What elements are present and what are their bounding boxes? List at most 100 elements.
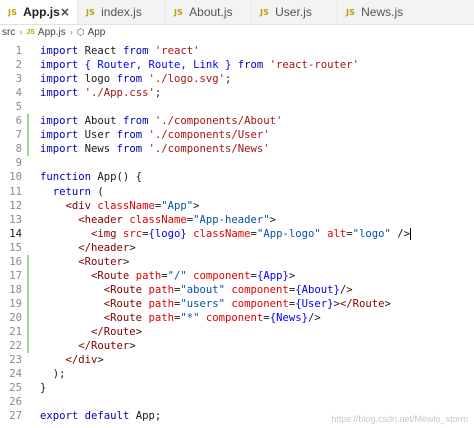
tab-label: App.js [23, 5, 60, 19]
code-text: import News from './components/News' [40, 143, 270, 156]
code-text: import About from './components/About' [40, 115, 283, 128]
line-number: 24 [9, 368, 22, 381]
code-line[interactable]: 8 import News from './components/News' [0, 142, 474, 157]
git-change-marker[interactable] [27, 310, 29, 325]
line-number: 27 [9, 410, 22, 423]
line-number: 3 [15, 73, 22, 86]
git-change-marker[interactable] [27, 142, 29, 157]
code-text: </header> [78, 241, 136, 254]
git-change-marker[interactable] [27, 128, 29, 143]
tab-user-js[interactable]: JS User.js [252, 0, 338, 24]
code-line[interactable]: 26 [0, 395, 474, 409]
code-line[interactable]: 21 </Route> [0, 325, 474, 339]
watermark: https://blog.csdn.net/Mewlo_storm [331, 414, 468, 424]
line-number: 6 [15, 115, 22, 128]
code-line[interactable]: 5 [0, 100, 474, 114]
line-number: 19 [9, 297, 22, 310]
code-text: import React from 'react' [40, 45, 200, 57]
js-file-icon: JS [260, 7, 270, 17]
code-line[interactable]: 6 import About from './components/About' [0, 114, 474, 129]
code-line[interactable]: 20 <Route path="*" component={News}/> [0, 310, 474, 325]
line-number: 18 [9, 283, 22, 296]
git-change-marker[interactable] [27, 254, 29, 269]
code-text: <Route path="/" component={App}> [91, 269, 296, 282]
line-number: 22 [9, 340, 22, 353]
line-number: 1 [15, 45, 22, 57]
chevron-right-icon: › [69, 27, 73, 37]
editor-tab-bar: JS App.js × JS index.js JS About.js JS U… [0, 0, 474, 25]
git-change-marker[interactable] [27, 114, 29, 129]
code-line[interactable]: 15 </header> [0, 241, 474, 255]
js-file-icon: JS [174, 7, 184, 17]
git-change-marker[interactable] [27, 339, 29, 354]
code-line[interactable]: 13 <header className="App-header"> [0, 213, 474, 227]
code-line[interactable]: 14 <img src={logo} className="App-logo" … [0, 227, 474, 241]
code-line[interactable]: 12 <div className="App"> [0, 199, 474, 213]
tab-label: About.js [189, 5, 233, 19]
code-text: <Route path="users" component={User}></R… [103, 297, 391, 310]
code-line[interactable]: 7 import User from './components/User' [0, 128, 474, 143]
code-line[interactable]: 3 import logo from './logo.svg'; [0, 72, 474, 86]
code-text: function App() { [40, 171, 143, 184]
line-number: 14 [9, 227, 22, 240]
code-line[interactable]: 11 return ( [0, 185, 474, 199]
code-line[interactable]: 23 </div> [0, 353, 474, 367]
js-file-icon: JS [26, 28, 35, 36]
code-line[interactable]: 2 import { Router, Route, Link } from 're… [0, 58, 474, 72]
breadcrumb-folder[interactable]: src [2, 27, 15, 38]
code-line[interactable]: 10 function App() { [0, 170, 474, 184]
line-number: 25 [9, 382, 22, 395]
line-number: 8 [15, 143, 22, 156]
code-editor[interactable]: 1 import React from 'react' 2 import { Rout… [0, 40, 474, 428]
git-change-marker[interactable] [27, 282, 29, 297]
code-line[interactable]: 19 <Route path="users" component={User}>… [0, 296, 474, 311]
code-line[interactable]: 1 import React from 'react' [0, 44, 474, 58]
git-change-marker[interactable] [27, 325, 29, 339]
line-number: 17 [9, 269, 22, 282]
tab-label: User.js [275, 5, 312, 19]
line-number: 15 [9, 241, 22, 254]
code-text: return ( [52, 185, 104, 198]
chevron-right-icon: › [19, 27, 23, 37]
code-line[interactable]: 22 </Router> [0, 339, 474, 354]
code-text: <Route path="*" component={News}/> [103, 311, 321, 324]
breadcrumb-file[interactable]: App.js [38, 27, 66, 38]
git-change-marker[interactable] [27, 296, 29, 311]
tab-news-js[interactable]: JS News.js [338, 0, 474, 24]
js-file-icon: JS [86, 7, 96, 17]
line-number: 2 [15, 59, 22, 72]
code-line[interactable]: 4 import './App.css'; [0, 86, 474, 100]
line-number: 23 [9, 354, 22, 367]
tab-label: index.js [101, 5, 142, 19]
code-line[interactable]: 25} [0, 381, 474, 395]
line-number: 10 [9, 171, 22, 184]
code-line[interactable]: 16 <Router> [0, 254, 474, 269]
code-text: import logo from './logo.svg'; [40, 73, 232, 86]
code-line[interactable]: 18 <Route path="about" component={About}… [0, 282, 474, 297]
js-file-icon: JS [8, 7, 18, 17]
code-text: export default App; [40, 410, 162, 423]
breadcrumb: src › JS App.js › ⬡ App [0, 25, 474, 39]
tab-app-js[interactable]: JS App.js × [0, 0, 78, 24]
text-cursor [410, 227, 412, 240]
breadcrumb-symbol[interactable]: App [88, 27, 106, 38]
line-number: 4 [15, 87, 22, 100]
code-line[interactable]: 24 ); [0, 367, 474, 381]
code-text: <Route path="about" component={About}/> [103, 283, 353, 296]
tab-about-js[interactable]: JS About.js [166, 0, 252, 24]
code-line[interactable]: 17 <Route path="/" component={App}> [0, 268, 474, 283]
git-change-marker[interactable] [27, 268, 29, 283]
tab-index-js[interactable]: JS index.js [78, 0, 166, 24]
code-text: import { Router, Route, Link } from 'rea… [40, 59, 359, 72]
code-text: <header className="App-header"> [78, 213, 277, 226]
line-number: 16 [9, 255, 22, 268]
code-text: <div className="App"> [65, 199, 200, 212]
line-number: 13 [9, 213, 22, 226]
code-text: </Router> [78, 340, 136, 353]
code-line[interactable]: 9 [0, 156, 474, 170]
code-text: } [40, 382, 47, 395]
close-icon[interactable]: × [60, 5, 70, 19]
code-text: <Router> [78, 255, 130, 268]
code-text: </Route> [91, 326, 143, 338]
line-number: 12 [9, 199, 22, 212]
